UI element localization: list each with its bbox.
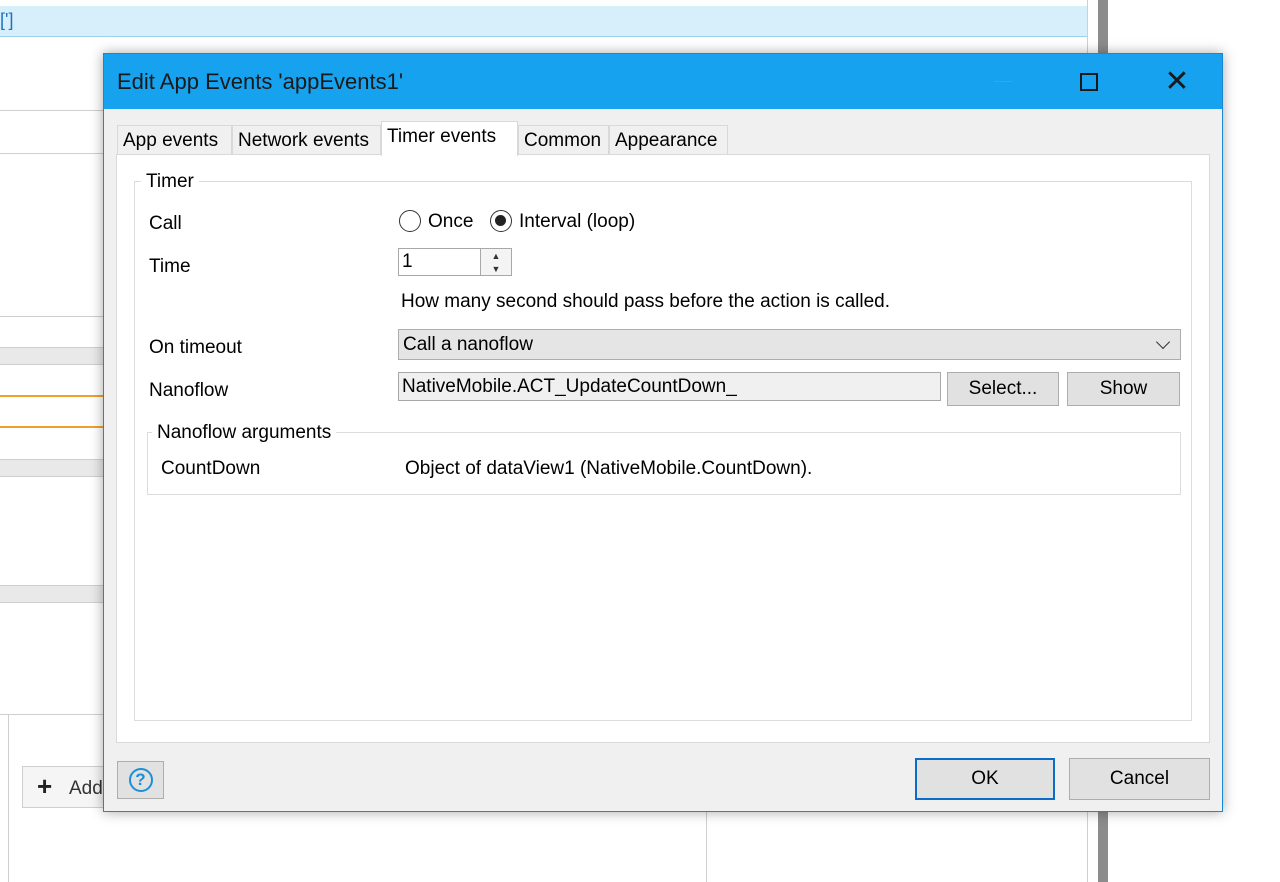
ok-button[interactable]: OK bbox=[915, 758, 1055, 800]
background-separator bbox=[0, 316, 104, 317]
nanoflow-value: NativeMobile.ACT_UpdateCountDown_ bbox=[402, 376, 737, 397]
timer-group-label: Timer bbox=[141, 171, 199, 193]
background-band bbox=[0, 459, 104, 477]
tab-network-events[interactable]: Network events bbox=[232, 125, 381, 155]
background-separator bbox=[0, 714, 104, 715]
tab-common[interactable]: Common bbox=[518, 125, 609, 155]
time-label: Time bbox=[149, 256, 191, 277]
plus-icon: + bbox=[37, 771, 53, 801]
help-icon: ? bbox=[128, 768, 153, 792]
nanoflow-field[interactable]: NativeMobile.ACT_UpdateCountDown_ bbox=[398, 372, 941, 401]
argument-name: CountDown bbox=[161, 458, 261, 479]
background-divider bbox=[8, 714, 9, 882]
radio-interval-label[interactable]: Interval (loop) bbox=[519, 211, 635, 233]
tab-app-events[interactable]: App events bbox=[117, 125, 232, 155]
show-nanoflow-button[interactable]: Show bbox=[1067, 372, 1180, 406]
maximize-icon bbox=[1080, 72, 1098, 91]
edit-app-events-dialog: Edit App Events 'appEvents1' ✕ App event… bbox=[103, 53, 1223, 812]
select-nanoflow-button[interactable]: Select... bbox=[947, 372, 1059, 406]
background-band bbox=[0, 347, 104, 365]
background-add-button[interactable]: + Add bbox=[22, 766, 112, 808]
tab-timer-events[interactable]: Timer events bbox=[381, 121, 518, 156]
maximize-button[interactable] bbox=[1045, 54, 1133, 109]
spinner-up-icon[interactable]: ▲ bbox=[481, 249, 511, 263]
chevron-down-icon bbox=[1155, 334, 1171, 350]
help-button[interactable]: ? bbox=[117, 761, 164, 799]
cancel-button[interactable]: Cancel bbox=[1069, 758, 1210, 800]
argument-value[interactable]: Object of dataView1 (NativeMobile.CountD… bbox=[405, 458, 812, 480]
background-separator bbox=[0, 110, 104, 111]
dialog-title: Edit App Events 'appEvents1' bbox=[117, 69, 404, 94]
spinner-arrows: ▲ ▼ bbox=[480, 249, 511, 275]
minimize-button[interactable] bbox=[959, 54, 1047, 109]
on-timeout-label: On timeout bbox=[149, 337, 242, 358]
background-divider bbox=[706, 812, 707, 882]
time-hint: How many second should pass before the a… bbox=[401, 291, 890, 312]
background-highlight-line bbox=[0, 426, 104, 428]
timer-events-panel: Timer Call Once Interval (loop) Time 1 ▲… bbox=[116, 154, 1210, 743]
close-button[interactable]: ✕ bbox=[1133, 54, 1221, 109]
background-band bbox=[0, 585, 104, 603]
minimize-icon bbox=[994, 81, 1012, 82]
background-add-label: Add bbox=[69, 778, 103, 799]
radio-once-label[interactable]: Once bbox=[428, 211, 473, 233]
tab-appearance[interactable]: Appearance bbox=[609, 125, 728, 155]
nanoflow-label: Nanoflow bbox=[149, 380, 229, 401]
nanoflow-arguments-label: Nanoflow arguments bbox=[152, 422, 337, 444]
dialog-titlebar[interactable]: Edit App Events 'appEvents1' ✕ bbox=[104, 54, 1222, 109]
close-icon: ✕ bbox=[1164, 65, 1190, 98]
on-timeout-value: Call a nanoflow bbox=[403, 334, 533, 355]
spinner-down-icon[interactable]: ▼ bbox=[481, 262, 511, 275]
radio-interval[interactable] bbox=[490, 210, 512, 232]
call-label: Call bbox=[149, 213, 182, 234]
background-toolbar-text: ['] bbox=[0, 10, 14, 30]
radio-once[interactable] bbox=[399, 210, 421, 232]
background-highlight-line bbox=[0, 395, 104, 397]
on-timeout-select[interactable]: Call a nanoflow bbox=[398, 329, 1181, 360]
background-toolbar: ['] bbox=[0, 6, 1088, 37]
background-separator bbox=[0, 153, 104, 154]
time-value[interactable]: 1 bbox=[402, 251, 413, 273]
time-spinner[interactable]: 1 ▲ ▼ bbox=[398, 248, 512, 276]
